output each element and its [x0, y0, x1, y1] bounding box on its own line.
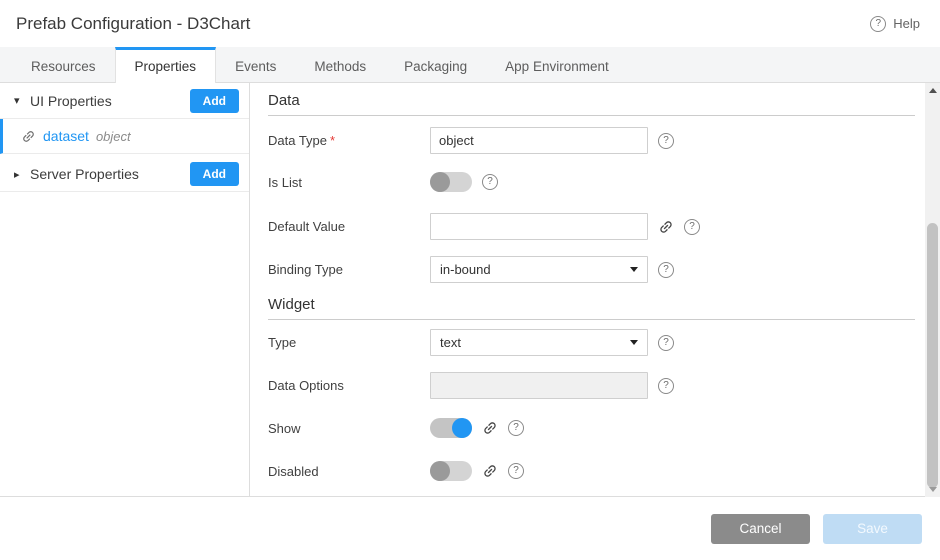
help-button[interactable]: ? Help — [870, 16, 920, 32]
dataset-name: dataset — [43, 128, 89, 144]
section-title-widget: Widget — [268, 296, 915, 320]
data-options-input — [430, 372, 648, 399]
tab-events[interactable]: Events — [216, 47, 295, 82]
tab-methods[interactable]: Methods — [295, 47, 385, 82]
show-toggle[interactable] — [430, 418, 472, 438]
disabled-toggle[interactable] — [430, 461, 472, 481]
row-binding-type: Binding Type in-bound ? — [268, 256, 920, 283]
bind-link-icon — [21, 129, 36, 144]
row-show: Show ? — [268, 418, 920, 438]
widget-type-label: Type — [268, 335, 430, 350]
show-help-icon[interactable]: ? — [508, 420, 524, 436]
row-data-type: Data Type* ? — [268, 127, 920, 154]
scroll-up-icon[interactable] — [925, 83, 940, 98]
vertical-scrollbar[interactable] — [925, 83, 940, 497]
row-widget-type: Type text ? — [268, 329, 920, 356]
help-label: Help — [893, 16, 920, 31]
dropdown-arrow-icon — [630, 267, 638, 272]
binding-type-label: Binding Type — [268, 262, 430, 277]
sidebar-group-server-properties[interactable]: ▸ Server Properties Add — [0, 157, 249, 192]
row-default-value: Default Value ? — [268, 213, 920, 240]
is-list-label: Is List — [268, 175, 430, 190]
required-marker: * — [330, 133, 335, 148]
disabled-label: Disabled — [268, 464, 430, 479]
scrollbar-thumb[interactable] — [927, 223, 938, 488]
caret-right-icon: ▸ — [14, 168, 30, 181]
add-ui-property-button[interactable]: Add — [190, 89, 239, 113]
tab-resources[interactable]: Resources — [12, 47, 115, 82]
row-disabled: Disabled ? — [268, 461, 920, 481]
tab-packaging[interactable]: Packaging — [385, 47, 486, 82]
caret-down-icon: ▾ — [14, 94, 30, 107]
binding-type-select[interactable]: in-bound — [430, 256, 648, 283]
properties-sidebar: ▾ UI Properties Add dataset object ▸ Ser… — [0, 83, 250, 496]
data-type-input[interactable] — [430, 127, 648, 154]
toggle-knob — [430, 172, 450, 192]
tab-bar: Resources Properties Events Methods Pack… — [0, 47, 940, 83]
default-value-help-icon[interactable]: ? — [684, 219, 700, 235]
binding-type-value: in-bound — [440, 262, 491, 277]
data-options-label: Data Options — [268, 378, 430, 393]
section-title-data: Data — [268, 92, 915, 116]
sidebar-group-ui-properties[interactable]: ▾ UI Properties Add — [0, 83, 249, 119]
tab-properties[interactable]: Properties — [115, 47, 217, 83]
is-list-toggle[interactable] — [430, 172, 472, 192]
widget-type-help-icon[interactable]: ? — [658, 335, 674, 351]
page-title: Prefab Configuration - D3Chart — [16, 14, 250, 34]
widget-type-value: text — [440, 335, 461, 350]
server-properties-label: Server Properties — [30, 166, 190, 182]
main-area: ▾ UI Properties Add dataset object ▸ Ser… — [0, 83, 940, 497]
dropdown-arrow-icon — [630, 340, 638, 345]
default-value-input[interactable] — [430, 213, 648, 240]
widget-type-select[interactable]: text — [430, 329, 648, 356]
tab-app-environment[interactable]: App Environment — [486, 47, 628, 82]
is-list-help-icon[interactable]: ? — [482, 174, 498, 190]
data-options-help-icon[interactable]: ? — [658, 378, 674, 394]
save-button[interactable]: Save — [823, 514, 922, 544]
disabled-help-icon[interactable]: ? — [508, 463, 524, 479]
dataset-type: object — [96, 129, 131, 144]
binding-type-help-icon[interactable]: ? — [658, 262, 674, 278]
show-bind-icon[interactable] — [482, 420, 498, 436]
row-is-list: Is List ? — [268, 172, 920, 192]
cancel-button[interactable]: Cancel — [711, 514, 810, 544]
row-data-options: Data Options ? — [268, 372, 920, 399]
data-type-label: Data Type* — [268, 133, 430, 148]
dialog-header: Prefab Configuration - D3Chart ? Help — [0, 0, 940, 47]
show-label: Show — [268, 421, 430, 436]
toggle-knob — [452, 418, 472, 438]
toggle-knob — [430, 461, 450, 481]
help-icon: ? — [870, 16, 886, 32]
ui-properties-label: UI Properties — [30, 93, 190, 109]
sidebar-item-dataset[interactable]: dataset object — [0, 119, 249, 154]
data-type-help-icon[interactable]: ? — [658, 133, 674, 149]
default-value-bind-icon[interactable] — [658, 219, 674, 235]
scroll-down-icon[interactable] — [925, 482, 940, 497]
disabled-bind-icon[interactable] — [482, 463, 498, 479]
dialog-footer: Cancel Save — [0, 497, 940, 560]
default-value-label: Default Value — [268, 219, 430, 234]
property-form: Data Data Type* ? Is List ? Default Valu… — [250, 83, 940, 496]
add-server-property-button[interactable]: Add — [190, 162, 239, 186]
